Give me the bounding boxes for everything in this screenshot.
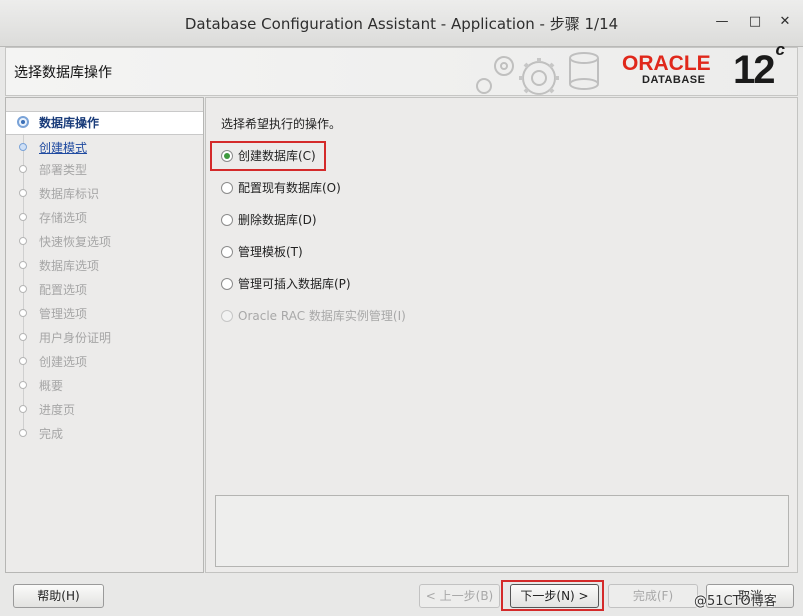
step-item-deployment-type: 部署类型 [6,159,203,181]
gears-graphic-icon [476,52,599,95]
version-logo: 12 c [733,40,785,93]
step-item-creation-mode[interactable]: 创建模式 [6,137,203,159]
maximize-icon[interactable]: □ [745,12,765,32]
minimize-icon[interactable]: — [712,12,732,32]
step-dot-icon [19,309,27,317]
operation-prompt: 选择希望执行的操作。 [221,117,342,131]
step-item-creation-options: 创建选项 [6,351,203,373]
finish-button: 完成(F) [608,584,698,608]
step-item-database-identification: 数据库标识 [6,183,203,205]
page-header: 选择数据库操作 ORACLE DATABASE 12 c [5,40,798,96]
oracle-logo-brand: ORACLE [622,52,711,75]
version-suffix: c [775,39,786,59]
step-current-icon [17,116,29,128]
help-button[interactable]: 帮助(H) [13,584,104,608]
oracle-logo-product: DATABASE [642,74,706,86]
step-dot-icon [19,261,27,269]
step-item-user-credentials: 用户身份证明 [6,327,203,349]
step-item-finish: 完成 [6,423,203,445]
step-dot-icon [19,213,27,221]
step-item-progress: 进度页 [6,399,203,421]
step-dot-icon [19,405,27,413]
step-dot-icon [19,143,27,151]
highlight-box-next-button [501,580,604,611]
message-area [215,495,789,567]
main-panel: 选择希望执行的操作。 创建数据库(C) 配置现有数据库(O) 删除数据库(D) … [205,97,798,573]
oracle-logo: ORACLE DATABASE [622,52,711,86]
step-item-summary: 概要 [6,375,203,397]
step-dot-icon [19,429,27,437]
close-icon[interactable]: ✕ [775,12,795,32]
step-dot-icon [19,189,27,197]
step-item-database-operation[interactable]: 数据库操作 [6,111,203,135]
step-item-storage-options: 存储选项 [6,207,203,229]
radio-icon[interactable] [221,246,233,258]
window-title: Database Configuration Assistant - Appli… [184,15,619,33]
step-item-database-options: 数据库选项 [6,255,203,277]
step-item-management-options: 管理选项 [6,303,203,325]
step-dot-icon [19,237,27,245]
step-dot-icon [19,285,27,293]
step-item-fast-recovery: 快速恢复选项 [6,231,203,253]
window-titlebar: Database Configuration Assistant - Appli… [0,0,803,47]
page-title: 选择数据库操作 [14,65,112,81]
step-dot-icon [19,381,27,389]
step-item-configuration-options: 配置选项 [6,279,203,301]
watermark-text: @51CTO博客 [694,594,777,609]
radio-icon[interactable] [221,214,233,226]
step-dot-icon [19,165,27,173]
radio-icon[interactable] [221,182,233,194]
back-button: < 上一步(B) [419,584,500,608]
step-dot-icon [19,357,27,365]
step-dot-icon [19,333,27,341]
version-number: 12 [733,48,775,92]
radio-disabled-icon [221,310,233,322]
step-navigation: 数据库操作 创建模式 部署类型 数据库标识 存储选项 快速恢复选项 数据库选项 … [5,97,204,573]
radio-icon[interactable] [221,278,233,290]
highlight-box-create-option [210,141,326,171]
